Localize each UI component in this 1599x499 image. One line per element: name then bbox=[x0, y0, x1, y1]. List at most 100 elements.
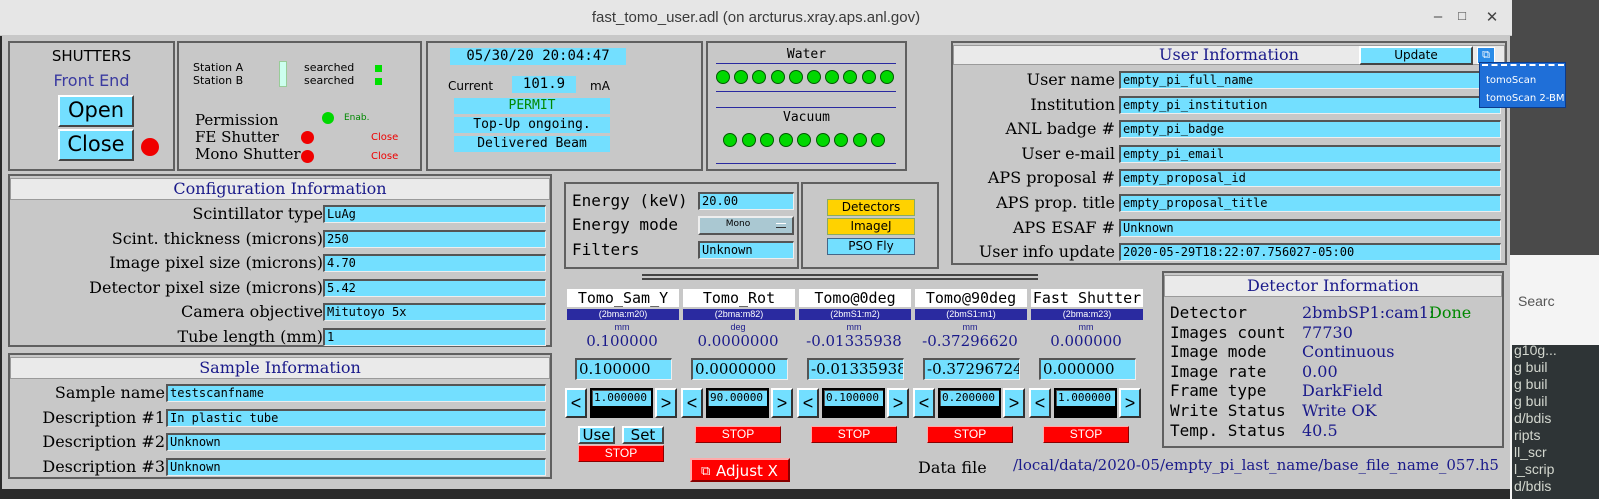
motor-readback: 0.000000 bbox=[1050, 332, 1122, 350]
user-field-input[interactable]: empty_proposal_title bbox=[1119, 194, 1501, 212]
tweak-input[interactable]: 90.00000 bbox=[708, 390, 767, 406]
motor-readback: -0.37296620 bbox=[922, 332, 1018, 350]
maximize-icon[interactable]: □ bbox=[1452, 8, 1472, 23]
tweak-value-box: 1.000000 bbox=[1054, 388, 1117, 418]
background-terminal: g10g... g buil g buil g buil d/bdis ripts ll_s… bbox=[1512, 345, 1599, 499]
adjust-icon: ⧉ bbox=[701, 463, 711, 478]
motor-unit: mm bbox=[846, 322, 862, 332]
set-button[interactable]: Set bbox=[622, 426, 664, 444]
detector-row-label: Images count bbox=[1170, 322, 1286, 342]
motor-stop-button[interactable]: STOP bbox=[695, 426, 781, 443]
menu-item-tomoscan[interactable]: tomoScan bbox=[1486, 75, 1536, 86]
motor-pv: (2bma:m23) bbox=[1031, 309, 1143, 320]
data-file-label: Data file bbox=[918, 458, 987, 477]
motor-stop-button[interactable]: STOP bbox=[811, 426, 897, 443]
terminal-line: g buil bbox=[1514, 393, 1548, 409]
terminal-line: d/bdis bbox=[1514, 410, 1552, 426]
motor-pv: (2bma:m20) bbox=[567, 309, 679, 320]
user-field-input[interactable]: empty_pi_full_name bbox=[1119, 71, 1501, 89]
background-search-label: Searc bbox=[1518, 293, 1555, 309]
tweak-value-box: 90.00000 bbox=[706, 388, 769, 418]
detector-row-value: 0.00 bbox=[1302, 361, 1338, 381]
motor-readback: 0.0000000 bbox=[697, 332, 779, 350]
motor-pv: (2bmS1:m1) bbox=[915, 309, 1027, 320]
tweak-right-button[interactable]: > bbox=[1003, 388, 1025, 418]
terminal-line: g buil bbox=[1514, 359, 1548, 375]
detector-row-value: 2bmbSP1:cam1: bbox=[1302, 303, 1435, 322]
tweak-right-button[interactable]: > bbox=[887, 388, 909, 418]
motor-readback: 0.100000 bbox=[586, 332, 658, 350]
menu-tearoff bbox=[1482, 64, 1564, 66]
tweak-left-button[interactable]: < bbox=[913, 388, 935, 418]
detector-row-value: 77730 bbox=[1302, 322, 1353, 342]
tweak-input[interactable]: 1.000000 bbox=[1056, 390, 1115, 406]
motor-setpoint-input[interactable]: -0.37296724 bbox=[923, 358, 1020, 380]
tweak-left-button[interactable]: < bbox=[797, 388, 819, 418]
tweak-input[interactable]: 0.200000 bbox=[940, 390, 999, 406]
terminal-line: g10g... bbox=[1514, 345, 1557, 358]
user-field-input[interactable]: 2020-05-29T18:22:07.756027-05:00 bbox=[1119, 243, 1501, 262]
detector-row-label: Frame type bbox=[1170, 381, 1267, 401]
user-field-input[interactable]: Unknown bbox=[1119, 218, 1501, 237]
motor-title: Tomo@0deg bbox=[799, 289, 911, 307]
motor-stop-button[interactable]: STOP bbox=[1043, 426, 1129, 443]
tweak-value-box: 0.100000 bbox=[822, 388, 885, 418]
user-field-input[interactable]: empty_pi_email bbox=[1119, 144, 1501, 163]
motor-title: Tomo_Sam_Y bbox=[567, 289, 679, 307]
user-field-input[interactable]: empty_pi_badge bbox=[1119, 120, 1501, 139]
tweak-left-button[interactable]: < bbox=[1029, 388, 1051, 418]
detector-panel: Detector Information Detector 2bmbSP1:cam… bbox=[1162, 271, 1504, 448]
use-button[interactable]: Use bbox=[578, 426, 615, 444]
detector-fields: Detector 2bmbSP1:cam1: Images count 77730 Im… bbox=[1164, 273, 1502, 448]
terminal-line: d/bdis bbox=[1514, 478, 1552, 494]
motor-unit: mm bbox=[962, 322, 978, 332]
detector-row-label: Temp. Status bbox=[1170, 420, 1286, 440]
stop-all-button[interactable]: STOP bbox=[578, 445, 664, 462]
user-field-input[interactable]: empty_proposal_id bbox=[1119, 169, 1501, 188]
tweak-value-box: 0.200000 bbox=[938, 388, 1001, 418]
detector-row-label: Image mode bbox=[1170, 342, 1267, 362]
adjust-x-label: Adjust X bbox=[716, 462, 778, 480]
tweak-left-button[interactable]: < bbox=[565, 388, 587, 418]
user-field-input[interactable]: empty_pi_institution bbox=[1119, 95, 1501, 114]
motor-stop-button[interactable]: STOP bbox=[927, 426, 1013, 443]
motor-unit: mm bbox=[614, 322, 630, 332]
detector-row-value: Write OK bbox=[1302, 401, 1377, 420]
window-title: fast_tomo_user.adl (on arcturus.xray.aps… bbox=[591, 9, 921, 26]
detector-row-label: Write Status bbox=[1170, 401, 1286, 420]
motor-unit: mm bbox=[1078, 322, 1094, 332]
tweak-value-box: 1.000000 bbox=[590, 388, 653, 418]
medm-screen: SHUTTERS Front End Open Close Station A … bbox=[2, 36, 1566, 489]
tweak-input[interactable]: 1.000000 bbox=[592, 390, 651, 406]
menu-item-tomoscan-2bm[interactable]: tomoScan 2-BM bbox=[1486, 93, 1565, 104]
motor-readback: -0.01335938 bbox=[806, 332, 902, 350]
motor-setpoint-input[interactable]: 0.0000000 bbox=[691, 358, 788, 380]
tweak-right-button[interactable]: > bbox=[771, 388, 793, 418]
detector-row-label: Image rate bbox=[1170, 361, 1267, 381]
terminal-line: g buil bbox=[1514, 376, 1548, 392]
motor-setpoint-input[interactable]: 0.100000 bbox=[575, 358, 672, 380]
minimize-icon[interactable]: – bbox=[1428, 8, 1448, 25]
terminal-line: l_scrip bbox=[1514, 461, 1555, 477]
detector-row-value: 40.5 bbox=[1302, 420, 1338, 440]
motor-controls: Tomo_Sam_Y (2bma:m20) mm 0.100000 0.100000 <1… bbox=[2, 36, 1162, 489]
detector-row-value: DarkField bbox=[1302, 381, 1383, 401]
detector-done-status: Done bbox=[1429, 303, 1472, 322]
motor-title: Tomo@90deg bbox=[915, 289, 1027, 307]
window-titlebar[interactable]: fast_tomo_user.adl (on arcturus.xray.aps… bbox=[0, 0, 1512, 36]
detector-row-value: Continuous bbox=[1302, 342, 1395, 362]
motor-pv: (2bmS1:m2) bbox=[799, 309, 911, 320]
tweak-right-button[interactable]: > bbox=[655, 388, 677, 418]
tweak-right-button[interactable]: > bbox=[1119, 388, 1141, 418]
motor-title: Fast Shutter bbox=[1031, 289, 1143, 307]
tweak-left-button[interactable]: < bbox=[681, 388, 703, 418]
motor-title: Tomo_Rot bbox=[683, 289, 795, 307]
tweak-input[interactable]: 0.100000 bbox=[824, 390, 883, 406]
terminal-line: ripts bbox=[1514, 427, 1541, 443]
motor-setpoint-input[interactable]: 0.000000 bbox=[1039, 358, 1136, 380]
motor-setpoint-input[interactable]: -0.01335938 bbox=[807, 358, 904, 380]
adjust-x-button[interactable]: ⧉ Adjust X bbox=[690, 458, 790, 482]
terminal-line: ll_scr bbox=[1514, 444, 1547, 460]
close-window-icon[interactable]: ✕ bbox=[1482, 8, 1502, 26]
detector-row-label: Detector bbox=[1170, 303, 1248, 322]
